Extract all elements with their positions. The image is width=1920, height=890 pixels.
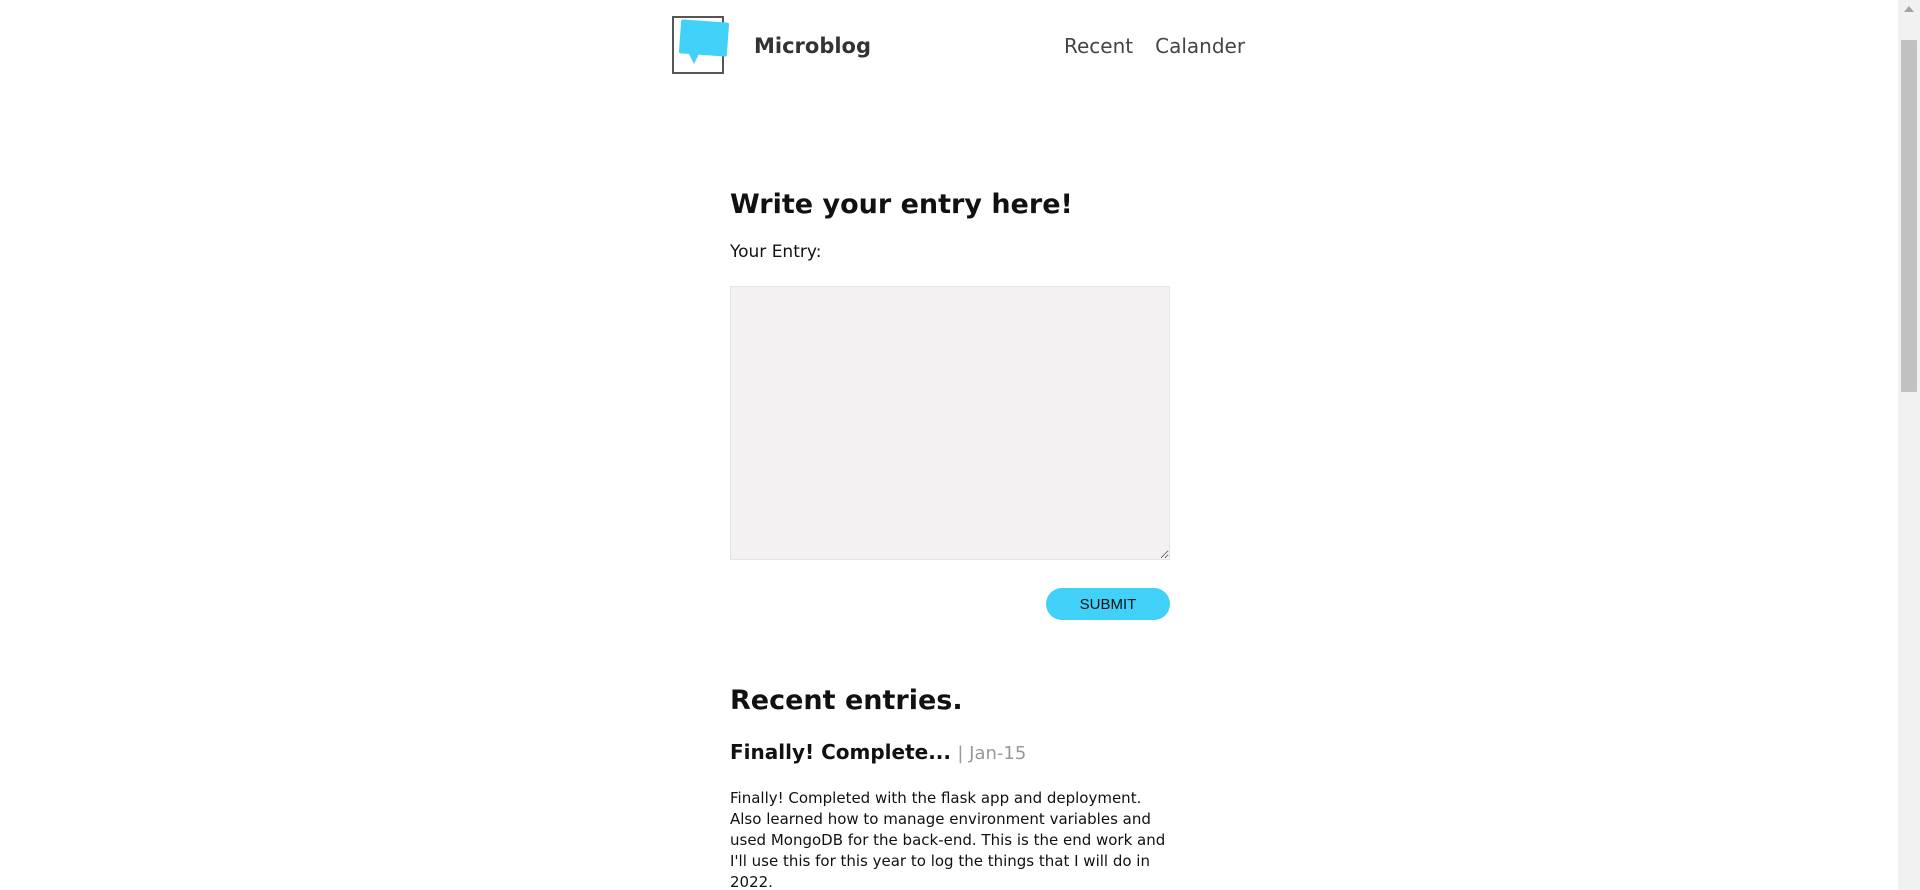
entry-header: Finally! Complete... | Jan-15 — [730, 740, 1170, 764]
recent-entries-title: Recent entries. — [730, 685, 963, 716]
main-nav: Recent Calander — [1064, 34, 1245, 58]
submit-row: SUBMIT — [730, 588, 1170, 620]
submit-button[interactable]: SUBMIT — [1046, 588, 1170, 620]
logo-bubble-shape — [678, 19, 730, 57]
nav-link-calendar[interactable]: Calander — [1155, 34, 1245, 58]
entry-textarea[interactable] — [730, 286, 1170, 560]
site-header: Microblog Recent Calander — [672, 14, 1245, 76]
entry-form: Write your entry here! Your Entry: SUBMI… — [730, 186, 1170, 620]
entry-item: Finally! Complete... | Jan-15 Finally! C… — [730, 740, 1170, 890]
main-content: Write your entry here! Your Entry: SUBMI… — [730, 186, 1170, 890]
page: Microblog Recent Calander Write your ent… — [0, 0, 1920, 890]
logo-bubble-tail — [688, 52, 700, 64]
speech-bubble-logo-icon[interactable] — [672, 16, 730, 74]
entry-title: Finally! Complete... — [730, 740, 951, 764]
form-title: Write your entry here! — [730, 189, 1073, 220]
recent-entries-section: Recent entries. Finally! Complete... | J… — [730, 682, 1170, 890]
entry-date: | Jan-15 — [957, 743, 1027, 764]
entry-body: Finally! Completed with the flask app an… — [730, 789, 1166, 890]
entry-label: Your Entry: — [730, 242, 822, 262]
scrollbar-thumb[interactable] — [1901, 40, 1917, 392]
chevron-up-icon[interactable] — [1904, 6, 1914, 12]
nav-link-recent[interactable]: Recent — [1064, 34, 1133, 58]
site-title[interactable]: Microblog — [754, 34, 871, 58]
vertical-scrollbar[interactable] — [1898, 0, 1920, 890]
